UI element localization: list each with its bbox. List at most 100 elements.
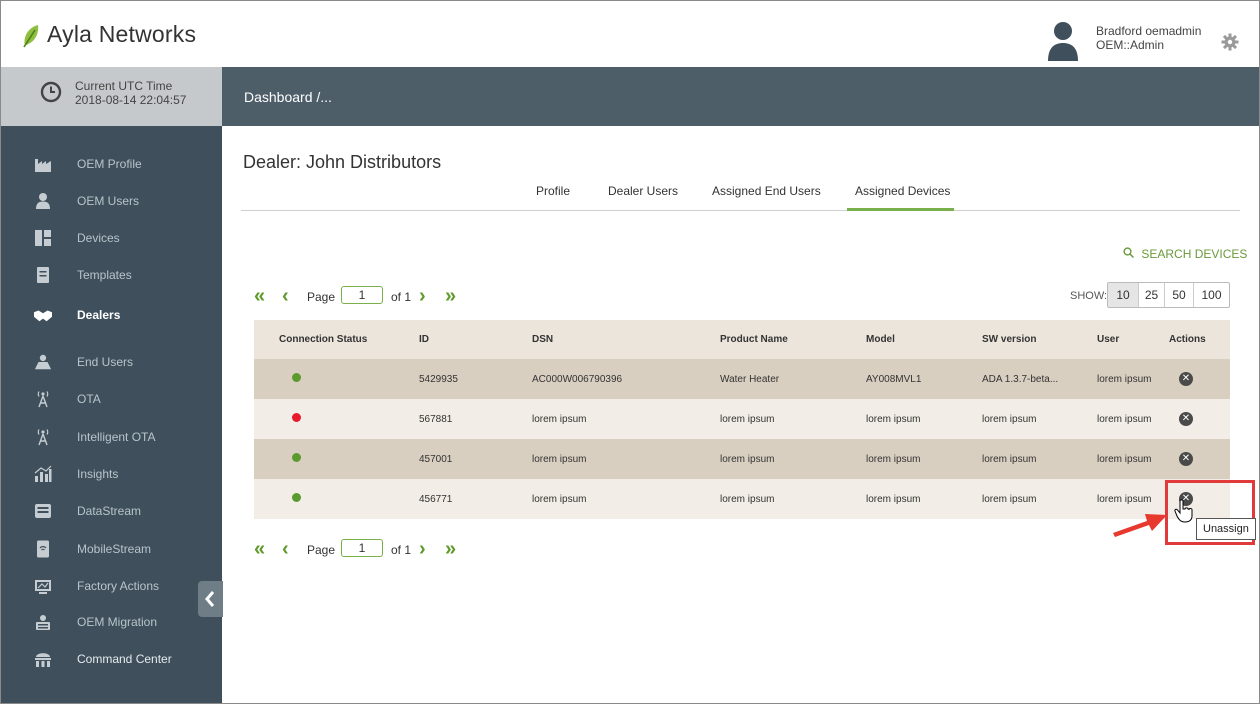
sidebar-item-oem-users[interactable]: OEM Users (1, 184, 222, 220)
connection-status-cell (254, 399, 419, 439)
column-header: Product Name (720, 320, 866, 359)
sidebar-item-label: Devices (77, 231, 120, 245)
table-row[interactable]: 457001 lorem ipsum lorem ipsum lorem ips… (254, 439, 1230, 479)
page-total-label: of 1 (391, 290, 412, 304)
user-avatar-icon[interactable] (1047, 21, 1079, 61)
prev-page-icon[interactable]: ‹ (282, 539, 289, 559)
product-name: lorem ipsum (720, 479, 866, 519)
template-icon (37, 267, 49, 283)
table-row[interactable]: 456771 lorem ipsum lorem ipsum lorem ips… (254, 479, 1230, 519)
first-page-icon[interactable]: « (254, 539, 265, 559)
last-page-icon[interactable]: » (445, 539, 456, 559)
sw-version: ADA 1.3.7-beta... (982, 359, 1097, 399)
last-page-icon[interactable]: » (445, 286, 456, 306)
app-window: Ayla Networks Bradford oemadmin OEM::Adm… (0, 0, 1260, 704)
tab-assigned-end-users[interactable]: Assigned End Users (712, 184, 821, 198)
sidebar-item-label: MobileStream (77, 542, 152, 556)
pagination-top: « ‹ Page 1 of 1 › » (254, 286, 484, 308)
breadcrumb[interactable]: Dashboard /... (244, 89, 332, 105)
connection-status-cell (254, 359, 419, 399)
user-name[interactable]: Bradford oemadmin (1096, 24, 1201, 38)
prev-page-icon[interactable]: ‹ (282, 286, 289, 306)
sidebar-item-label: DataStream (77, 504, 142, 518)
sidebar-item-devices[interactable]: Devices (1, 221, 222, 257)
user-link[interactable]: lorem ipsum (1097, 359, 1169, 399)
table-row[interactable]: 5429935 AC000W006790396 Water Heater AY0… (254, 359, 1230, 399)
device-dsn: lorem ipsum (532, 479, 720, 519)
product-name: lorem ipsum (720, 399, 866, 439)
user-link[interactable]: lorem ipsum (1097, 399, 1169, 439)
device-id: 567881 (419, 399, 532, 439)
sidebar-item-dealers[interactable]: Dealers (1, 298, 222, 334)
devices-table: Connection Status ID DSN Product Name Mo… (254, 320, 1230, 519)
utc-label: Current UTC Time (75, 79, 173, 93)
antenna-icon (37, 429, 49, 446)
sidebar-item-datastream[interactable]: DataStream (1, 494, 222, 530)
tab-profile[interactable]: Profile (536, 184, 570, 198)
leaf-logo-icon (23, 25, 39, 48)
end-users-icon (34, 354, 52, 370)
page-size-option-50[interactable]: 50 (1164, 283, 1193, 307)
next-page-icon[interactable]: › (419, 539, 426, 559)
page-size-option-10[interactable]: 10 (1108, 283, 1138, 307)
page-number-input[interactable]: 1 (341, 539, 383, 557)
search-devices-label: SEARCH DEVICES (1141, 247, 1248, 261)
unassign-icon[interactable]: ✕ (1179, 372, 1193, 386)
sidebar-item-oem-migration[interactable]: OEM Migration (1, 605, 222, 641)
table-row[interactable]: 567881 lorem ipsum lorem ipsum lorem ips… (254, 399, 1230, 439)
utc-value: 2018-08-14 22:04:57 (75, 93, 187, 107)
next-page-icon[interactable]: › (419, 286, 426, 306)
tab-assigned-devices[interactable]: Assigned Devices (855, 184, 950, 198)
unassign-icon[interactable]: ✕ (1179, 412, 1193, 426)
sidebar-item-insights[interactable]: Insights (1, 457, 222, 493)
actions-cell: ✕ (1169, 359, 1230, 399)
gear-icon[interactable] (1221, 33, 1239, 51)
antenna-icon (37, 391, 49, 408)
sidebar-item-label: OEM Profile (77, 157, 142, 171)
device-id: 5429935 (419, 359, 532, 399)
actions-cell: ✕ (1169, 399, 1230, 439)
sidebar-item-end-users[interactable]: End Users (1, 345, 222, 381)
sidebar-item-label: Factory Actions (77, 579, 160, 593)
device-id: 456771 (419, 479, 532, 519)
sidebar-item-mobilestream[interactable]: MobileStream (1, 532, 222, 568)
devices-icon (35, 230, 51, 246)
sidebar-item-command-center[interactable]: Command Center (1, 642, 222, 678)
online-status-icon (292, 373, 301, 382)
sw-version: lorem ipsum (982, 399, 1097, 439)
brand-name: Ayla Networks (47, 21, 197, 47)
search-devices-button[interactable]: SEARCH DEVICES (1123, 247, 1247, 261)
tab-dealer-users[interactable]: Dealer Users (608, 184, 678, 198)
column-header: ID (419, 320, 532, 359)
page-size-option-25[interactable]: 25 (1138, 283, 1164, 307)
connection-status-cell (254, 439, 419, 479)
column-header: Connection Status (254, 320, 419, 359)
page-number-input[interactable]: 1 (341, 286, 383, 304)
page-label: Page (307, 290, 336, 304)
sidebar-collapse-button[interactable] (198, 581, 223, 617)
sidebar-item-templates[interactable]: Templates (1, 258, 222, 294)
unassign-icon[interactable]: ✕ (1179, 452, 1193, 466)
handshake-icon (34, 310, 52, 322)
user-link[interactable]: lorem ipsum (1097, 439, 1169, 479)
first-page-icon[interactable]: « (254, 286, 265, 306)
sidebar-item-oem-profile[interactable]: OEM Profile (1, 147, 222, 183)
device-id: 457001 (419, 439, 532, 479)
sidebar-item-factory-actions[interactable]: Factory Actions (1, 569, 222, 605)
sidebar-item-label: Insights (77, 467, 119, 481)
unassign-tooltip: Unassign (1196, 518, 1256, 540)
sidebar-item-intelligent-ota[interactable]: Intelligent OTA (1, 420, 222, 456)
page-size-option-100[interactable]: 100 (1193, 283, 1229, 307)
show-label: SHOW: (1070, 290, 1108, 302)
pagination-bottom: « ‹ Page 1 of 1 › » (254, 539, 484, 561)
sidebar-item-ota[interactable]: OTA (1, 382, 222, 418)
mobile-icon (37, 540, 49, 558)
user-badge-icon (36, 193, 50, 209)
page-header: Dashboard /... (222, 67, 1259, 126)
sw-version: lorem ipsum (982, 439, 1097, 479)
top-bar: Ayla Networks Bradford oemadmin OEM::Adm… (1, 1, 1259, 67)
chevron-left-icon (205, 591, 215, 607)
table-header-row: Connection Status ID DSN Product Name Mo… (254, 320, 1230, 359)
page-total-label: of 1 (391, 543, 412, 557)
search-icon (1123, 247, 1135, 259)
